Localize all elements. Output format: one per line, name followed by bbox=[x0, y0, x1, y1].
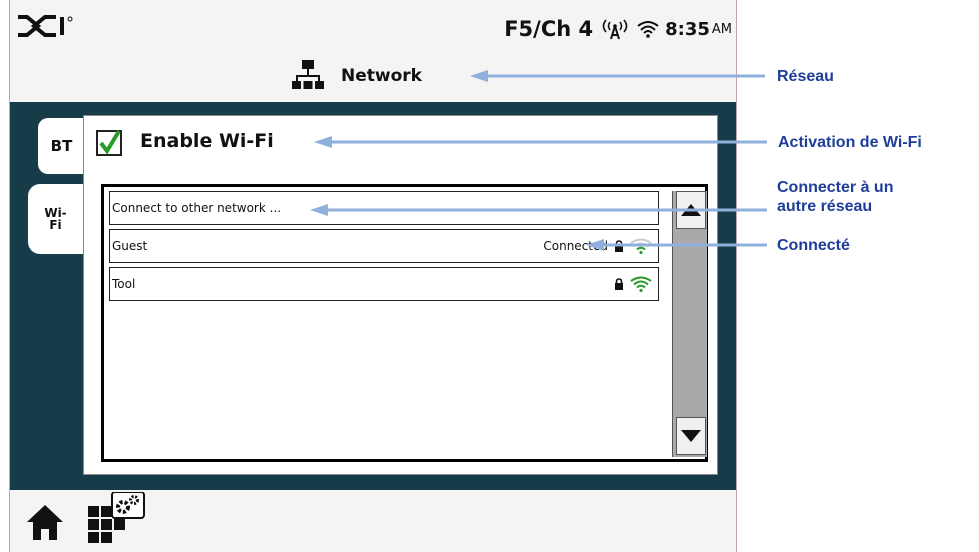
annotation-connecter: Connecter à un autre réseau bbox=[777, 179, 894, 215]
annotation-connecte: Connecté bbox=[777, 237, 850, 254]
annotation-reseau: Réseau bbox=[777, 68, 834, 85]
annotation-activation-wifi: Activation de Wi-Fi bbox=[778, 134, 922, 151]
